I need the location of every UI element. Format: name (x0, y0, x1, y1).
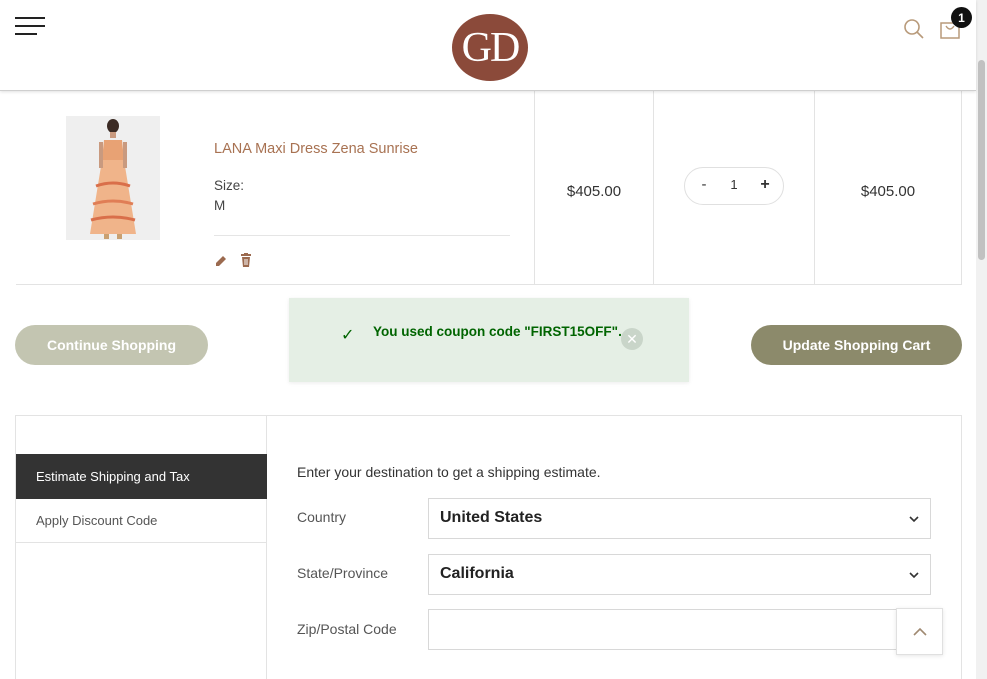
state-select[interactable]: California (428, 554, 931, 595)
state-label: State/Province (297, 565, 389, 581)
search-icon[interactable] (903, 18, 925, 40)
size-value: M (214, 198, 226, 213)
pencil-icon[interactable] (214, 254, 228, 268)
country-label: Country (297, 509, 347, 525)
summary-tabs: Estimate Shipping and Tax Apply Discount… (16, 416, 267, 679)
qty-decrease-button[interactable]: - (695, 176, 713, 193)
size-label: Size: (214, 178, 245, 193)
trash-icon[interactable] (239, 253, 253, 268)
chevron-down-icon (909, 572, 919, 579)
logo-text: GD (461, 24, 521, 71)
continue-shopping-button[interactable]: Continue Shopping (15, 325, 208, 365)
chevron-down-icon (909, 516, 919, 523)
state-value: California (440, 565, 514, 582)
product-name-link[interactable]: LANA Maxi Dress Zena Sunrise (214, 141, 418, 157)
update-cart-button[interactable]: Update Shopping Cart (751, 325, 962, 365)
cart-item-row: LANA Maxi Dress Zena Sunrise Size: M $40… (16, 91, 962, 285)
zip-input[interactable] (428, 609, 931, 650)
tab-apply-discount[interactable]: Apply Discount Code (16, 499, 267, 543)
zip-label: Zip/Postal Code (297, 621, 397, 637)
site-header: GD 1 (0, 0, 976, 91)
cart-count-badge: 1 (951, 7, 972, 28)
menu-icon[interactable] (15, 17, 45, 37)
notice-text: You used coupon code "FIRST15OFF". (373, 324, 622, 339)
chevron-up-icon (912, 627, 927, 636)
item-subtotal: $405.00 (860, 183, 916, 200)
country-select[interactable]: United States (428, 498, 931, 539)
qty-input[interactable] (721, 177, 747, 192)
site-logo[interactable]: GD (452, 14, 528, 81)
shipping-intro-text: Enter your destination to get a shipping… (297, 464, 601, 480)
back-to-top-button[interactable] (896, 608, 943, 655)
product-photo (66, 116, 160, 240)
tab-estimate-shipping[interactable]: Estimate Shipping and Tax (16, 454, 267, 499)
item-price: $405.00 (566, 183, 622, 200)
country-value: United States (440, 509, 543, 526)
quantity-stepper: - + (684, 167, 784, 205)
coupon-success-message: ✓ You used coupon code "FIRST15OFF". ✕ (289, 298, 689, 382)
close-icon[interactable]: ✕ (621, 328, 643, 350)
page-scrollbar[interactable] (976, 0, 987, 679)
product-image[interactable] (66, 116, 160, 240)
item-divider (214, 235, 510, 236)
qty-increase-button[interactable]: + (756, 176, 774, 194)
checkmark-icon: ✓ (341, 327, 355, 344)
shipping-summary-panel: Estimate Shipping and Tax Apply Discount… (15, 415, 962, 679)
scrollbar-thumb[interactable] (978, 60, 985, 260)
